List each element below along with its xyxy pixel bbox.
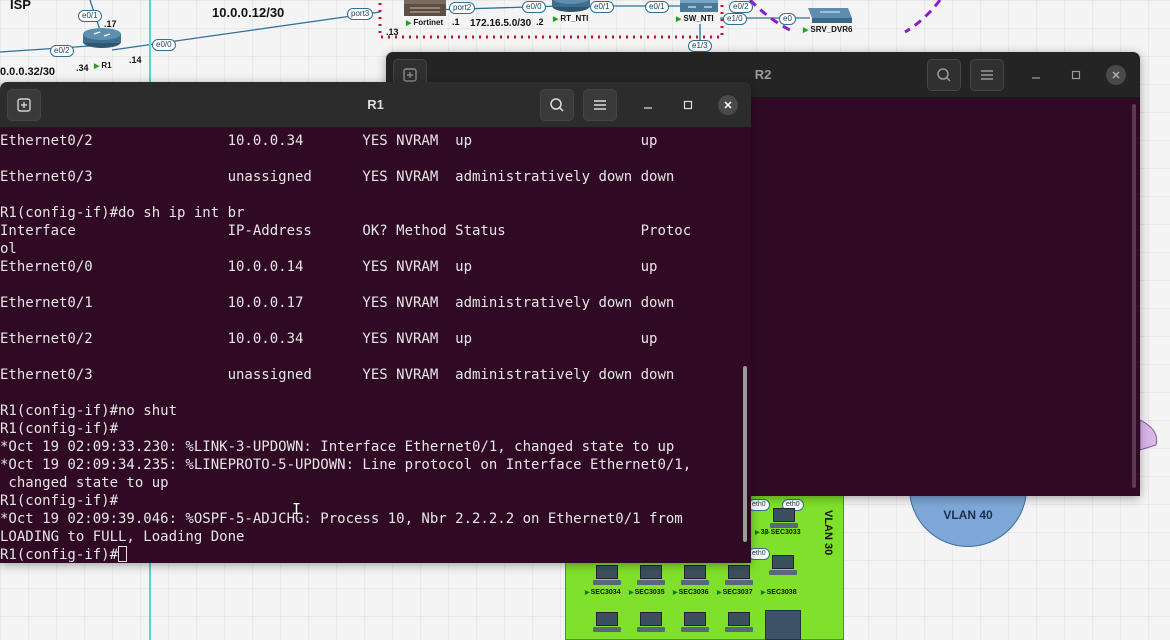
fortinet-ip-1: .1 (452, 17, 460, 27)
maximize-icon[interactable] (678, 95, 698, 115)
pc-sec3035-icon[interactable] (637, 565, 665, 587)
r1-terminal-body[interactable]: Ethernet0/2 10.0.0.34 YES NVRAM up up Eth… (0, 128, 751, 563)
terminal-line: *Oct 19 02:09:34.235: %LINEPROTO-5-UPDOW… (0, 457, 692, 473)
r2-scrollbar[interactable] (1132, 104, 1136, 488)
fortinet-port2[interactable]: port2 (449, 2, 476, 14)
r1-ip-17: .17 (104, 19, 117, 29)
maximize-icon[interactable] (1066, 65, 1086, 85)
terminal-line: R1(config-if)#no shut (0, 403, 178, 419)
terminal-line: Ethernet0/3 unassigned YES NVRAM adminis… (0, 367, 675, 383)
fortinet-port3[interactable]: port3 (347, 8, 374, 20)
pc-sec3038-name: SEC3038 (761, 589, 797, 596)
pc-row2-icon[interactable] (637, 612, 665, 634)
terminal-line: changed state to up (0, 475, 169, 491)
pc-sec3033-icon[interactable] (770, 508, 798, 530)
pc-sec3037-name: SEC3037 (717, 589, 753, 596)
subnet-label-left: 0.0.0.32/30 (0, 66, 56, 78)
terminal-line: *Oct 19 02:09:33.230: %LINK-3-UPDOWN: In… (0, 439, 675, 455)
pc-sec3037-icon[interactable] (725, 565, 753, 587)
text-cursor (118, 546, 128, 562)
srv-port-e0[interactable]: e0 (779, 13, 796, 25)
pc-sec3033-name: SEC3033 (765, 529, 801, 536)
subnet-label-top: 10.0.0.12/30 (212, 5, 285, 20)
sw-nti-port-e1-0[interactable]: e1/0 (723, 13, 747, 25)
r1-node-name[interactable]: R1 (94, 61, 111, 70)
search-icon[interactable] (540, 89, 574, 121)
minimize-icon[interactable] (638, 95, 658, 115)
terminal-line: Ethernet0/0 10.0.0.14 YES NVRAM up up (0, 259, 658, 275)
terminal-line: Ethernet0/2 10.0.0.34 YES NVRAM up up (0, 331, 658, 347)
close-icon[interactable] (1106, 65, 1126, 85)
pc-sec3034-name: SEC3034 (585, 589, 621, 596)
rt-nti-port-e0-0[interactable]: e0/0 (522, 1, 546, 13)
r1-terminal-window[interactable]: R1 Ethernet0/2 10.0.0.34 YES NVRAM up up… (0, 82, 751, 563)
terminal-line: *Oct 19 02:09:39.046: %OSPF-5-ADJCHG: Pr… (0, 511, 683, 527)
r1-port-e0-2[interactable]: e0/2 (50, 45, 74, 57)
eth-label-1[interactable]: eth0 (748, 499, 770, 511)
ip-phone-icon[interactable] (765, 610, 801, 640)
rt-nti-port-e0-1[interactable]: e0/1 (590, 1, 614, 13)
terminal-line: R1(config-if)# (0, 421, 119, 437)
search-icon[interactable] (927, 59, 961, 91)
terminal-line: Ethernet0/1 10.0.0.17 YES NVRAM administ… (0, 295, 675, 311)
srv-dvr6-icon (808, 8, 852, 23)
close-icon[interactable] (718, 95, 738, 115)
r1-port-e0-1[interactable]: e0/1 (78, 10, 102, 22)
sw-nti-port-e0-2[interactable]: e0/2 (729, 1, 753, 13)
srv-node-name[interactable]: SRV_DVR6 (803, 25, 852, 34)
sw-nti-port-e0-1[interactable]: e0/1 (645, 1, 669, 13)
rt-nti-router-icon (552, 0, 590, 12)
terminal-line: Interface IP-Address OK? Method Status P… (0, 223, 692, 239)
subnet-label-fortinet: 172.16.5.0/30 (470, 18, 532, 29)
terminal-line: ol (0, 241, 17, 257)
terminal-line: R1(config-if)#do sh ip int br (0, 205, 245, 221)
fortinet-firewall-icon (404, 0, 446, 16)
hamburger-menu-icon[interactable] (970, 59, 1004, 91)
fortinet-node-name[interactable]: Fortinet (406, 18, 443, 27)
pc-row2-icon[interactable] (593, 612, 621, 634)
r1-prompt: R1(config-if)# (0, 547, 119, 563)
terminal-line: Ethernet0/3 unassigned YES NVRAM adminis… (0, 169, 675, 185)
pc-sec3036-icon[interactable] (681, 565, 709, 587)
terminal-line: LOADING to FULL, Loading Done (0, 529, 245, 545)
minimize-icon[interactable] (1026, 65, 1046, 85)
r1-terminal-output: Ethernet0/2 10.0.0.34 YES NVRAM up up Eth… (0, 128, 751, 546)
new-tab-icon[interactable] (7, 89, 41, 121)
sw-nti-port-e1-3[interactable]: e1/3 (688, 40, 712, 52)
terminal-line: Ethernet0/2 10.0.0.34 YES NVRAM up up (0, 133, 658, 149)
mouse-ibeam-cursor-icon: I (292, 500, 302, 518)
r1-prompt-line[interactable]: R1(config-if)# (0, 546, 751, 563)
eth-label-3[interactable]: eth0 (748, 548, 770, 560)
vlan40-label: VLAN 40 (943, 508, 993, 522)
isp-label: ISP (10, 0, 31, 12)
pc-sec3034-icon[interactable] (593, 565, 621, 587)
r1-port-e0-0[interactable]: e0/0 (152, 39, 176, 51)
pc-sec3035-name: SEC3035 (629, 589, 665, 596)
r1-ip-14: .14 (129, 55, 142, 65)
rt-nti-node-name[interactable]: RT_NTI (553, 14, 588, 23)
hamburger-menu-icon[interactable] (583, 89, 617, 121)
fortinet-ip-13: .13 (386, 27, 399, 37)
pc-row2-icon[interactable] (681, 612, 709, 634)
pc-sec3036-name: SEC3036 (673, 589, 709, 596)
vlan30-label: VLAN 30 (822, 510, 834, 556)
r1-ip-34: .34 (76, 63, 89, 73)
r1-titlebar[interactable]: R1 (0, 82, 751, 128)
rt-nti-ip-2: .2 (536, 17, 544, 27)
terminal-line: R1(config-if)# (0, 493, 119, 509)
sw-nti-node-name[interactable]: SW_NTI (676, 14, 713, 23)
r1-scrollbar[interactable] (743, 366, 747, 542)
sw-nti-switch-icon (680, 0, 718, 12)
pc-sec3038-icon[interactable] (769, 555, 797, 577)
r1-router-icon (83, 28, 121, 48)
pc-row2-icon[interactable] (725, 612, 753, 634)
